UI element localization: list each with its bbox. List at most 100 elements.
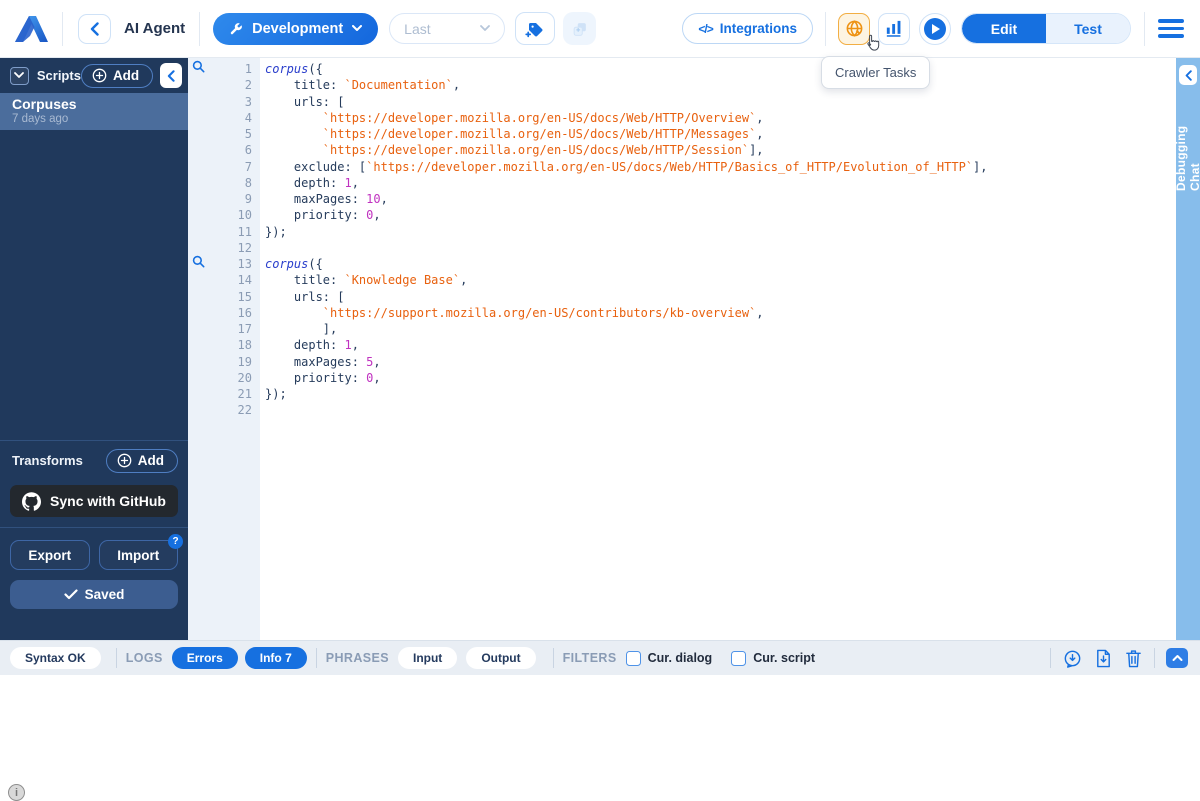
tag-plus-icon [525,19,545,39]
add-script-button[interactable]: Add [81,64,153,88]
add-version-tag-button[interactable] [515,12,555,45]
editor-gutter: 12345678910111213141516171819202122 [188,58,260,640]
input-phrases-button[interactable]: Input [398,647,457,669]
statistics-button[interactable] [878,13,910,45]
debugging-chat-panel-collapsed[interactable]: Debugging Chat [1176,58,1200,640]
run-button[interactable] [919,13,951,45]
line-number: 14 [188,272,252,288]
saved-status-button[interactable]: Saved [10,580,178,609]
magnifier-icon [192,255,205,268]
page-title: AI Agent [124,20,185,37]
line-number: 21 [188,386,252,402]
divider [1144,12,1145,46]
chevron-left-icon [1185,70,1192,81]
inspect-corpus-button[interactable] [192,60,206,74]
integrations-label: Integrations [720,21,797,36]
environment-dropdown-button[interactable]: Development [213,13,378,45]
line-number: 19 [188,354,252,370]
gutter-numbers: 12345678910111213141516171819202122 [188,58,260,419]
top-toolbar: AI Agent Development Last </> Integratio… [0,0,1200,58]
magnifier-icon [192,60,205,73]
chevron-left-icon [90,22,99,36]
transforms-title: Transforms [12,453,83,468]
sidebar-item-corpuses[interactable]: Corpuses 7 days ago [0,93,188,130]
code-line: priority: 0, [265,207,1176,223]
plus-circle-icon [92,68,107,83]
logo-icon [14,13,50,45]
collapse-sidebar-button[interactable] [160,63,182,88]
trash-icon [1124,648,1143,669]
logs-label: LOGS [126,651,163,665]
version-dropdown[interactable]: Last [389,13,505,44]
main-menu-button[interactable] [1158,19,1184,38]
filter-current-script-label: Cur. script [753,651,815,665]
divider [1154,648,1155,668]
duplicate-version-button-disabled[interactable] [563,12,596,45]
code-lines[interactable]: corpus({ title: `Documentation`, urls: [… [260,58,1176,640]
clear-logs-button[interactable] [1124,648,1143,669]
line-number: 8 [188,175,252,191]
output-phrases-button[interactable]: Output [466,647,535,669]
environment-label: Development [252,21,343,37]
globe-crawler-icon [845,19,864,38]
errors-log-button[interactable]: Errors [172,647,238,669]
info-log-button[interactable]: Info 7 [245,647,307,669]
line-number: 12 [188,240,252,256]
expand-console-button[interactable] [1166,648,1188,668]
line-number: 11 [188,224,252,240]
code-line [265,240,1176,256]
mouse-cursor [864,33,881,57]
scripts-header: Scripts Add [0,58,188,93]
export-button[interactable]: Export [10,540,90,570]
bar-chart-icon [885,20,903,37]
back-button[interactable] [78,14,111,44]
download-logs-file-button[interactable] [1094,648,1113,669]
transforms-header: Transforms Add [0,440,188,480]
sync-github-button[interactable]: Sync with GitHub [10,485,178,517]
edit-test-toggle: Edit Test [961,13,1131,44]
code-line: }); [265,224,1176,240]
statusbar-actions [1050,648,1188,669]
sync-github-label: Sync with GitHub [50,493,166,509]
filter-current-dialog-label: Cur. dialog [648,651,713,665]
add-transform-button[interactable]: Add [106,449,178,473]
inspect-corpus-button[interactable] [192,255,206,269]
expand-debug-chat-button[interactable] [1179,65,1197,85]
line-number: 3 [188,94,252,110]
checkmark-icon [64,589,78,600]
code-editor[interactable]: 12345678910111213141516171819202122 corp… [188,58,1176,640]
import-button[interactable]: Import ? [99,540,179,570]
chevron-down-icon [480,25,490,32]
divider [316,648,317,668]
code-line: title: `Documentation`, [265,77,1176,93]
export-chat-logs-button[interactable] [1062,648,1083,669]
app-logo [14,13,50,45]
integrations-button[interactable]: </> Integrations [682,13,813,44]
line-number: 10 [188,207,252,223]
edit-tab[interactable]: Edit [962,14,1046,43]
export-import-row: Export Import ? [0,528,188,570]
collapse-scripts-button[interactable] [10,67,29,85]
code-line: }); [265,386,1176,402]
hamburger-icon [1158,19,1184,23]
github-icon [22,492,41,511]
filter-current-dialog-checkbox[interactable] [626,651,641,666]
chevron-down-icon [352,25,362,32]
code-line: `https://developer.mozilla.org/en-US/doc… [265,142,1176,158]
version-dropdown-value: Last [404,21,430,37]
filter-current-script-checkbox[interactable] [731,651,746,666]
line-number: 7 [188,159,252,175]
sidebar-bottom-section: Transforms Add Sync with GitHub Export I… [0,440,188,609]
code-line: urls: [ [265,289,1176,305]
code-line: depth: 1, [265,175,1176,191]
line-number: 20 [188,370,252,386]
info-icon[interactable]: i [8,784,25,801]
scripts-sidebar: Scripts Add Corpuses 7 days ago Transfor… [0,58,188,640]
test-tab[interactable]: Test [1046,14,1130,43]
filters-label: FILTERS [563,651,617,665]
export-label: Export [28,548,71,563]
import-help-badge[interactable]: ? [168,534,183,549]
code-line: depth: 1, [265,337,1176,353]
status-bar: Syntax OK LOGS Errors Info 7 PHRASES Inp… [0,640,1200,675]
line-number: 17 [188,321,252,337]
